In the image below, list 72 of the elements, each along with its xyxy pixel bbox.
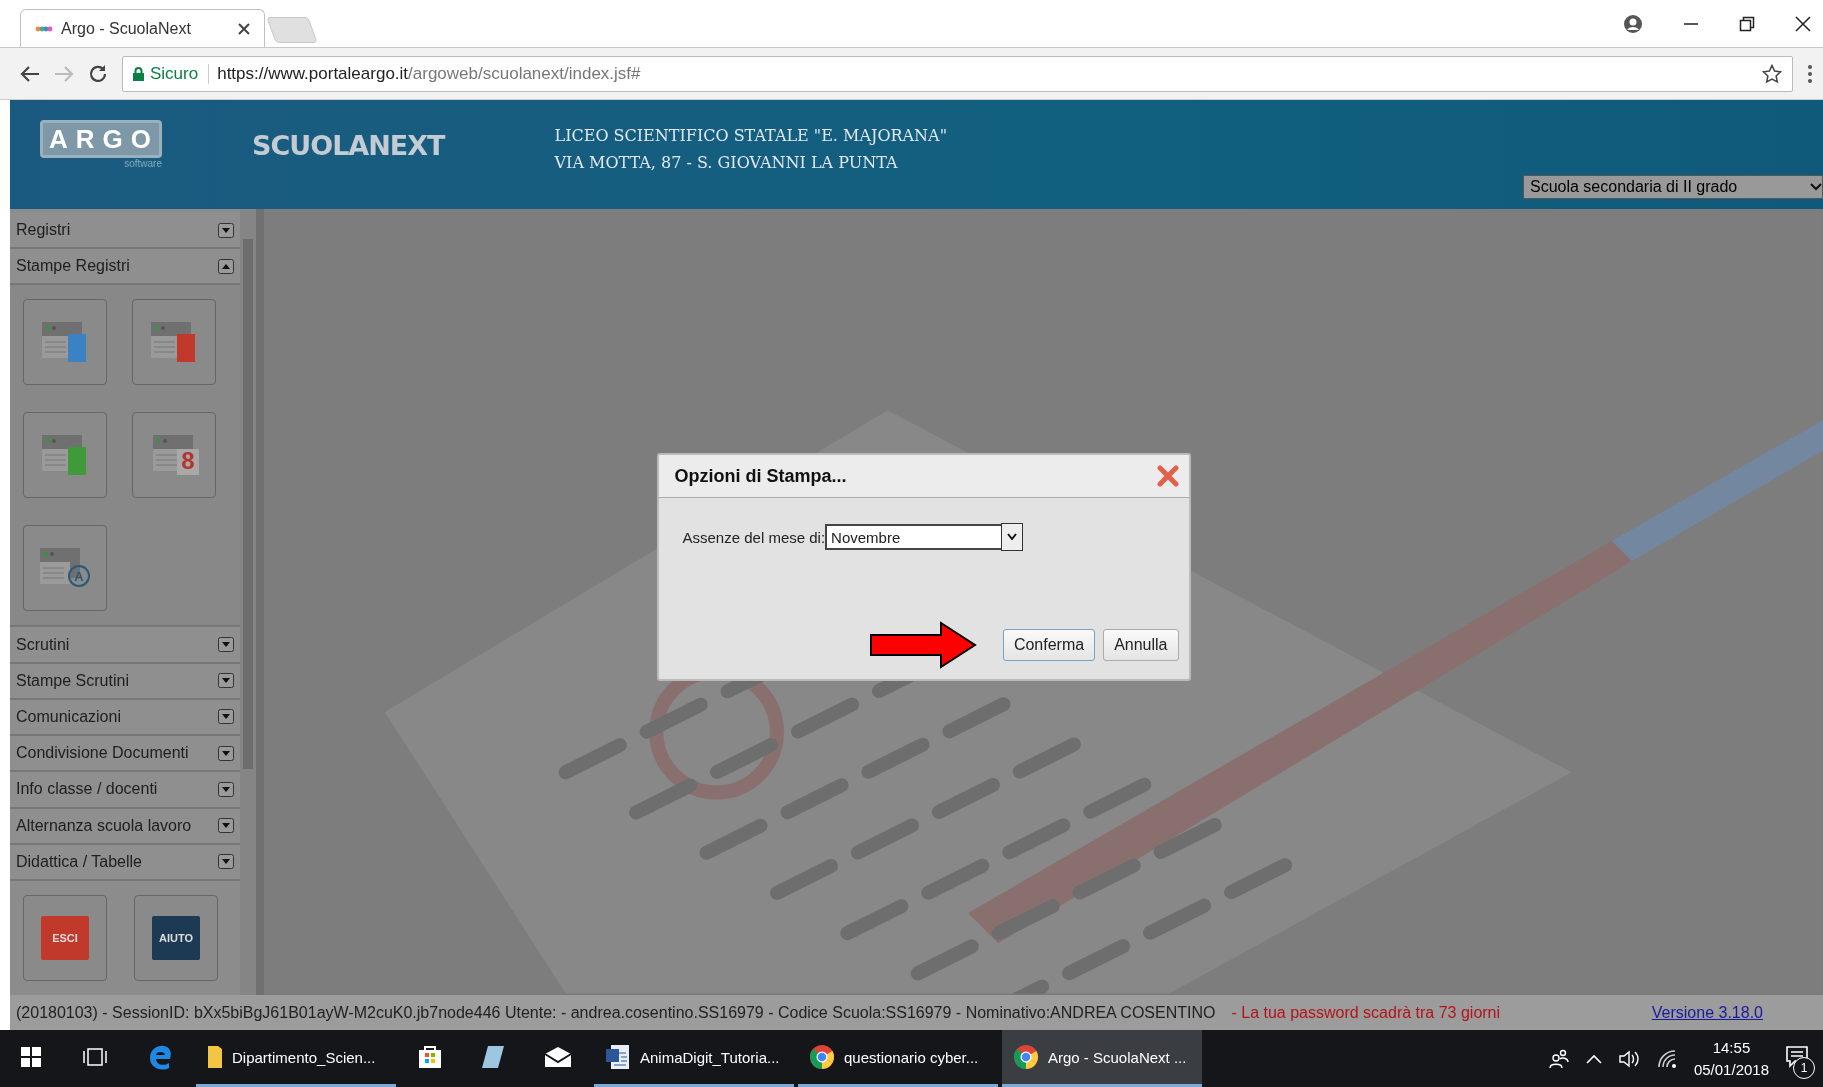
taskbar-app[interactable]: AnimaDigit_Tutoria... (594, 1030, 794, 1087)
url-text: https://www.portaleargo.it/argoweb/scuolanext/index.jsf# (217, 63, 642, 84)
address-bar[interactable]: Sicuro https://www.portaleargo.it/argoweb/scuolanext/index.jsf# (122, 55, 1793, 92)
speaker-icon[interactable] (1617, 1048, 1640, 1069)
notification-count: 1 (1793, 1056, 1815, 1079)
chevron-up-icon[interactable] (1585, 1053, 1602, 1064)
expand-icon[interactable] (218, 854, 234, 870)
restore-icon[interactable] (1739, 16, 1755, 32)
expand-icon[interactable] (218, 637, 234, 653)
circled-letter: A (68, 565, 90, 588)
print-tile[interactable] (23, 412, 107, 499)
browser-e-icon[interactable] (148, 1044, 174, 1070)
password-warning: - La tua password scadrà tra 73 giorni (1231, 1003, 1501, 1022)
school-type-select[interactable]: Scuola secondaria di II grado (1523, 175, 1823, 199)
reload-icon[interactable] (88, 63, 108, 84)
print-tile[interactable] (132, 299, 216, 386)
envelope-icon[interactable] (544, 1046, 572, 1068)
pointer-arrow-icon (868, 621, 977, 669)
wifi-icon[interactable] (1655, 1048, 1678, 1069)
collapse-icon[interactable] (218, 258, 234, 274)
expand-icon[interactable] (218, 781, 234, 797)
printer-book-icon (42, 322, 88, 363)
field-label: Assenze del mese di: (682, 528, 826, 546)
star-icon[interactable] (1762, 63, 1782, 84)
logo: ARGO (40, 120, 162, 158)
product-name: SCUOLANEXT (252, 130, 445, 161)
dropdown-caret-icon (1810, 182, 1822, 192)
dropdown-caret-icon (1007, 533, 1018, 541)
expand-icon[interactable] (218, 673, 234, 689)
back-arrow-icon[interactable] (20, 64, 40, 83)
expand-icon[interactable] (218, 745, 234, 761)
folder-icon (208, 1046, 222, 1068)
minimize-icon[interactable] (1683, 23, 1699, 25)
session-info: (20180103) - SessionID: bXx5biBgJ61B01ayW-M2cuK0.jb7node446 Utente: - andrea.cosentino.SS16979 - Codice Scuola:SS16979 - Nominativo:ANDREA COSENTINO (16, 1003, 1216, 1022)
menu-icon[interactable] (1807, 63, 1813, 84)
taskbar-app[interactable]: Argo - ScuolaNext ... (1002, 1030, 1202, 1087)
browser-circle-icon (810, 1045, 834, 1069)
document-icon (606, 1045, 630, 1069)
clock[interactable]: 14:55 05/01/2018 (1693, 1036, 1769, 1081)
expand-icon[interactable] (218, 709, 234, 725)
windows-logo-icon[interactable] (21, 1047, 41, 1067)
padlock-icon (133, 66, 144, 81)
dialog-title: Opzioni di Stampa... (674, 465, 847, 487)
security-label: Sicuro (150, 63, 199, 84)
print-tile[interactable] (23, 299, 107, 386)
school-address: VIA MOTTA, 87 - S. GIOVANNI LA PUNTA (554, 152, 899, 174)
action-tile[interactable]: ESCI (23, 894, 107, 981)
version-link[interactable]: Versione 3.18.0 (1651, 1003, 1763, 1022)
close-tab-icon[interactable] (238, 22, 250, 35)
action-tile[interactable]: AIUTO (134, 894, 218, 981)
calendar-number: 8 (181, 447, 195, 476)
taskbar-app[interactable]: Dipartimento_Scien... (196, 1030, 396, 1087)
printer-calendar-icon (153, 435, 200, 476)
dialog-button[interactable]: Conferma (1002, 629, 1096, 661)
expand-icon[interactable] (218, 818, 234, 834)
close-icon[interactable] (1795, 16, 1811, 32)
taskbar-app[interactable]: questionario cyber... (798, 1030, 998, 1087)
browser-tab[interactable]: Argo - ScuolaNext (20, 9, 265, 47)
expand-icon[interactable] (218, 222, 234, 238)
scrollbar[interactable] (240, 209, 264, 995)
shopping-bag-icon[interactable] (418, 1045, 442, 1069)
month-select[interactable]: Novembre (825, 524, 1024, 550)
printer-book-icon (42, 435, 88, 476)
browser-circle-icon (1014, 1045, 1038, 1069)
printer-book-icon (151, 322, 197, 363)
dialog-button[interactable]: Annulla (1103, 629, 1179, 661)
school-name: LICEO SCIENTIFICO STATALE "E. MAJORANA" (554, 125, 948, 147)
logo-subtitle: software (124, 158, 162, 169)
notepad-icon[interactable] (482, 1046, 504, 1068)
task-view-icon[interactable] (82, 1047, 108, 1067)
people-icon[interactable] (1547, 1047, 1570, 1070)
account-icon[interactable] (1623, 14, 1643, 34)
